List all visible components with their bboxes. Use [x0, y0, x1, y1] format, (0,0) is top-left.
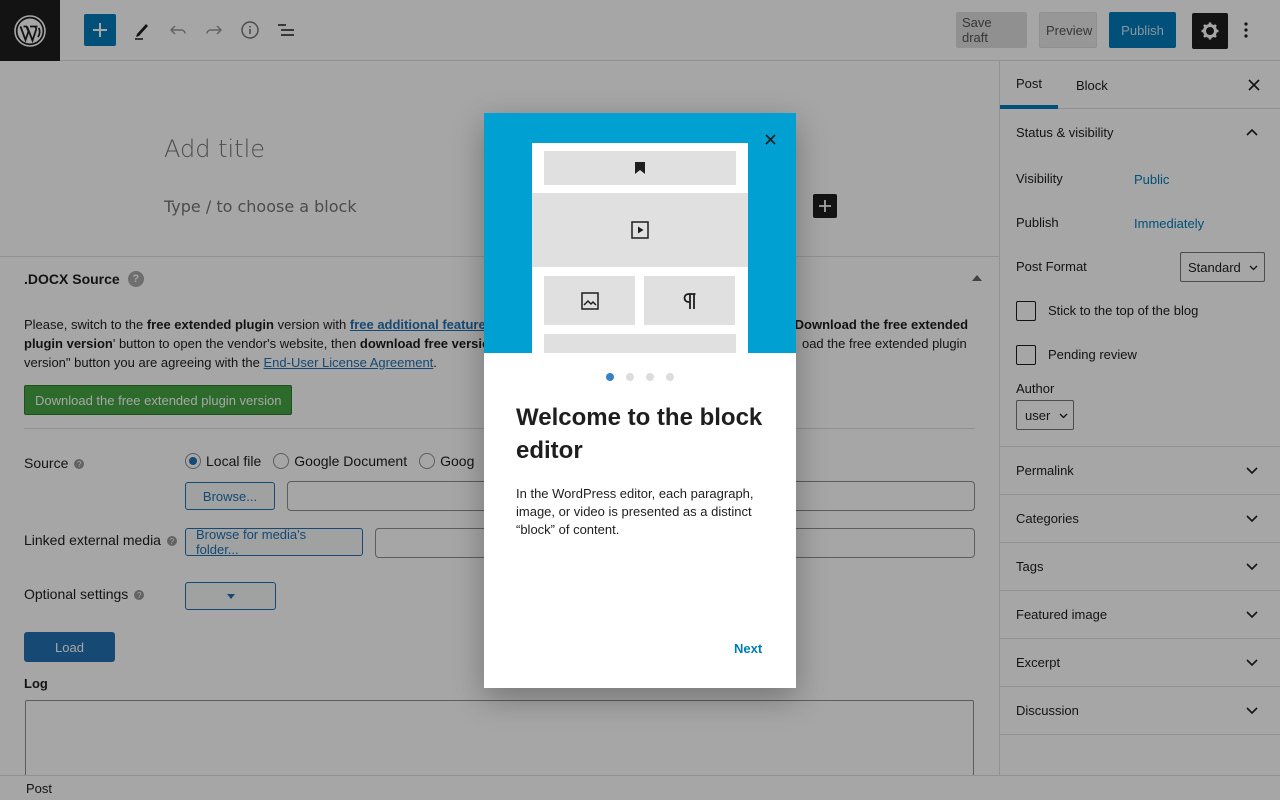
illustration-image-block [544, 276, 635, 325]
bookmark-icon [635, 162, 645, 174]
modal-description: In the WordPress editor, each paragraph,… [516, 486, 754, 537]
next-button[interactable]: Next [734, 641, 762, 656]
video-icon [631, 221, 649, 239]
image-icon [580, 291, 599, 310]
illustration-heading-block [544, 151, 736, 185]
illustration-footer-block [544, 334, 736, 353]
page-dot-2[interactable] [626, 373, 634, 381]
modal-title: Welcome to the block editor [516, 404, 763, 464]
page-dot-3[interactable] [646, 373, 654, 381]
welcome-guide-modal: Welcome to the block editor In the WordP… [484, 113, 796, 688]
page-dot-4[interactable] [666, 373, 674, 381]
page-dot-1[interactable] [606, 373, 614, 381]
page-indicator [484, 373, 796, 381]
close-icon [764, 133, 776, 145]
illustration-video-block [532, 193, 748, 267]
illustration-paragraph-block [644, 276, 735, 325]
close-modal-button[interactable] [760, 129, 780, 149]
welcome-illustration [484, 113, 796, 353]
editor-illustration [532, 143, 748, 353]
paragraph-icon [683, 292, 695, 309]
